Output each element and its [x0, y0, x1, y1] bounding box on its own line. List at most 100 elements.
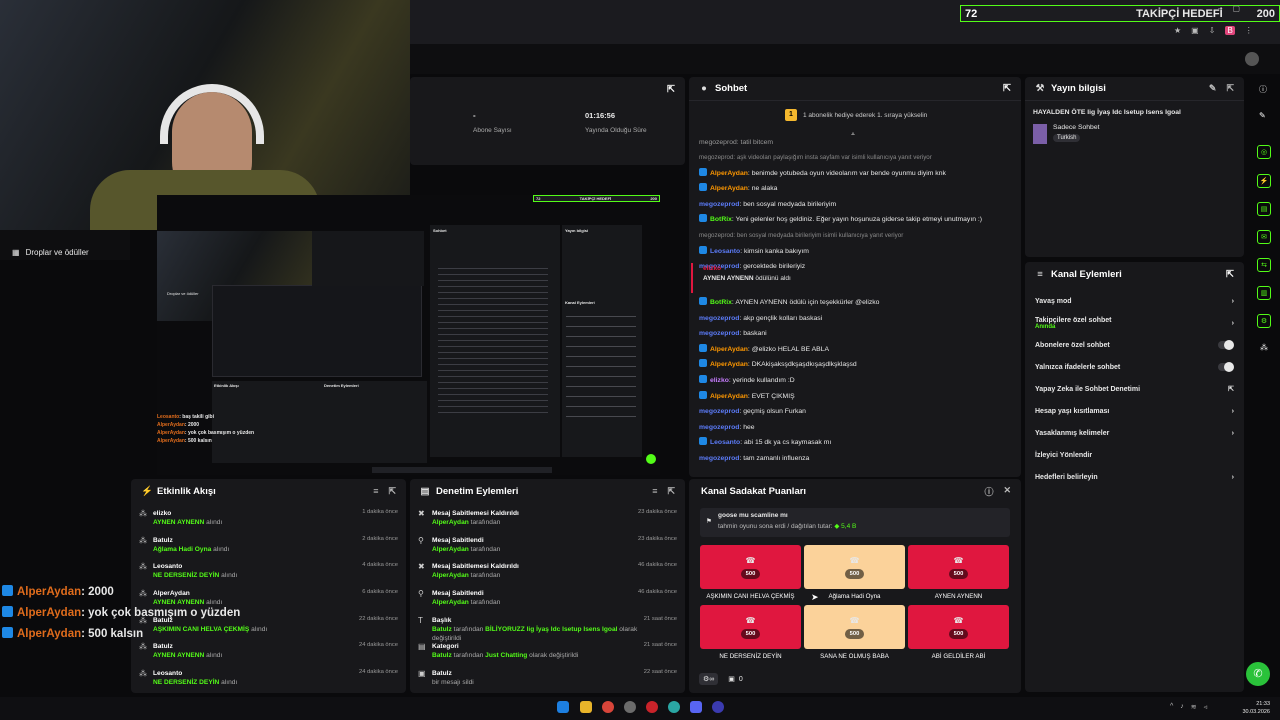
- chat-username[interactable]: megozeprod: [699, 315, 739, 322]
- channel-action-item[interactable]: Yasaklanmış kelimeler ›: [1025, 422, 1244, 444]
- user-avatar[interactable]: [1245, 52, 1259, 66]
- moderation-suffix: tarafından: [453, 652, 484, 660]
- side-button-3[interactable]: ▤: [1257, 202, 1271, 216]
- chat-username[interactable]: megozeprod: [699, 330, 739, 337]
- reward-tile[interactable]: ☎ 500: [700, 605, 801, 649]
- wifi-icon[interactable]: ≋: [1191, 703, 1197, 711]
- toggle-switch[interactable]: [1218, 340, 1234, 350]
- menu-icon[interactable]: ⋮: [1245, 26, 1253, 35]
- infinite-button[interactable]: ⚙∞: [699, 673, 719, 685]
- opera-icon[interactable]: [646, 701, 658, 713]
- scroll-indicator-icon[interactable]: ⩡: [851, 131, 855, 139]
- mod-filter-icon[interactable]: ≡: [652, 486, 657, 497]
- info-side-icon[interactable]: ⓘ: [1259, 84, 1267, 95]
- activity-item[interactable]: ⁂ Leosanto NE DERSENİZ DEYİN alındı 4 dakik…: [131, 556, 406, 583]
- channel-action-item[interactable]: Hedefleri belirleyin ›: [1025, 466, 1244, 488]
- side-button-6[interactable]: ▥: [1257, 286, 1271, 300]
- activity-item[interactable]: ⁂ elizko AYNEN AYNENN alındı 1 dakika önce: [131, 503, 406, 530]
- moderation-item[interactable]: ✖ Mesaj Sabitlemesi Kaldırıldı AlperAydan …: [410, 556, 685, 583]
- activity-popout-icon[interactable]: ⇱: [388, 486, 396, 497]
- mod-popout-icon[interactable]: ⇱: [667, 486, 675, 497]
- channel-action-item[interactable]: Yalnızca ifadelerle sohbet: [1025, 356, 1244, 378]
- chat-fab-button[interactable]: ✆: [1246, 662, 1270, 686]
- reward-tile[interactable]: ☎ 500: [908, 545, 1009, 589]
- nav-droplar[interactable]: ▦ Droplar ve ödüller: [12, 248, 89, 257]
- minimize-icon[interactable]: –: [1218, 4, 1222, 13]
- loyalty-close-icon[interactable]: ✕: [1003, 485, 1011, 498]
- side-button-5[interactable]: ⇆: [1257, 258, 1271, 272]
- filter-icon[interactable]: ≡: [373, 486, 378, 497]
- chat-username[interactable]: AlperAydan: [710, 346, 748, 353]
- stream-time-label: Yayında Olduğu Süre: [585, 127, 647, 134]
- chat-username[interactable]: BotRix: [710, 299, 732, 306]
- side-button-1[interactable]: ◎: [1257, 145, 1271, 159]
- toggle-switch[interactable]: [1218, 362, 1234, 372]
- chat-username[interactable]: AlperAydan: [710, 185, 748, 192]
- reward-tile[interactable]: ☎ 500: [804, 605, 905, 649]
- user-badge-icon: [699, 390, 707, 399]
- chevron-up-icon[interactable]: ^: [1170, 703, 1173, 711]
- reward-tile[interactable]: ☎ 500: [908, 605, 1009, 649]
- channel-action-item[interactable]: Yavaş mod ›: [1025, 290, 1244, 312]
- obs-icon[interactable]: [712, 701, 724, 713]
- window-controls[interactable]: – ▢: [1218, 4, 1258, 13]
- loyalty-info-icon[interactable]: ⓘ: [984, 485, 993, 498]
- activity-item[interactable]: ⁂ Batulz AYNEN AYNENN alındı 24 dakika önce: [131, 636, 406, 663]
- activity-suffix: alındı: [206, 652, 223, 660]
- channel-action-item[interactable]: Takipçilere özel sohbet Anında ›: [1025, 312, 1244, 334]
- activity-item[interactable]: ⁂ Leosanto NE DERSENİZ DEYİN alındı 24 daki…: [131, 663, 406, 690]
- pinned-gift-banner[interactable]: 1 1 abonelik hediye ederek 1. sıraya yük…: [785, 109, 927, 121]
- chrome-icon[interactable]: [602, 701, 614, 713]
- activity-item[interactable]: ⁂ Batulz Ağlama Hadi Oyna alındı 2 dakika ö…: [131, 530, 406, 557]
- mic-icon[interactable]: ♪: [1180, 703, 1184, 711]
- channel-action-item[interactable]: Abonelere özel sohbet: [1025, 334, 1244, 356]
- edit-icon[interactable]: ✎: [1209, 83, 1217, 94]
- pencil-side-icon[interactable]: ✎: [1259, 111, 1266, 120]
- download-icon[interactable]: ⇩: [1209, 26, 1216, 35]
- edge-icon[interactable]: [668, 701, 680, 713]
- chat-username[interactable]: Leosanto: [710, 439, 740, 446]
- chat-username[interactable]: AlperAydan: [710, 170, 748, 177]
- chat-username[interactable]: AlperAydan: [710, 361, 748, 368]
- channel-action-label: Yapay Zeka ile Sohbet Denetimi: [1035, 385, 1141, 393]
- tray-clock[interactable]: 21:33 30.03.2026: [1238, 700, 1270, 716]
- moderation-item[interactable]: ⚲ Mesaj Sabitlendi AlperAydan tarafından 46…: [410, 583, 685, 610]
- moderation-item[interactable]: T Başlık Batulz tarafından BİLİYORUZZ lig …: [410, 610, 685, 642]
- explorer-icon[interactable]: [580, 701, 592, 713]
- maximize-icon[interactable]: ▢: [1232, 4, 1240, 13]
- info-popout-icon[interactable]: ⇱: [1226, 83, 1234, 94]
- side-more-icon[interactable]: ⁂: [1260, 343, 1268, 352]
- moderation-item[interactable]: ▣ Batulz bir mesajı sildi 22 saat önce: [410, 663, 685, 690]
- chat-username[interactable]: megozeprod: [699, 424, 739, 431]
- chat-username[interactable]: megozeprod: [699, 201, 739, 208]
- volume-icon[interactable]: ◃: [1204, 703, 1208, 711]
- prediction-card[interactable]: ⚑ goose mu scamline mı tahmin oyunu sona…: [700, 508, 1010, 537]
- chat-username[interactable]: elizko: [710, 377, 729, 384]
- chat-username[interactable]: megozeprod: [699, 455, 739, 462]
- channel-action-item[interactable]: Yapay Zeka ile Sohbet Denetimi ⇱: [1025, 378, 1244, 400]
- side-button-2[interactable]: ⚡: [1257, 174, 1271, 188]
- app-icon-1[interactable]: [624, 701, 636, 713]
- chat-username[interactable]: AlperAydan: [710, 393, 748, 400]
- channel-action-item[interactable]: İzleyici Yönlendir: [1025, 444, 1244, 466]
- actions-popout-icon[interactable]: ⇱: [1226, 269, 1234, 280]
- profile-icon[interactable]: B: [1225, 26, 1235, 35]
- channel-action-item[interactable]: Hesap yaşı kısıtlaması ›: [1025, 400, 1244, 422]
- extensions-icon[interactable]: ▣: [1191, 26, 1199, 35]
- reward-tile[interactable]: ☎ 500: [804, 545, 905, 589]
- category-block[interactable]: Sadece Sohbet Turkish: [1025, 124, 1244, 144]
- star-icon[interactable]: ★: [1174, 26, 1181, 35]
- reward-tile[interactable]: ☎ 500: [700, 545, 801, 589]
- popout-icon[interactable]: ⇱: [667, 84, 675, 95]
- chat-username[interactable]: megozeprod: [699, 408, 739, 415]
- chat-popout-icon[interactable]: ⇱: [1003, 83, 1011, 94]
- moderation-item[interactable]: ✖ Mesaj Sabitlemesi Kaldırıldı AlperAydan …: [410, 503, 685, 530]
- activity-suffix: alındı: [221, 679, 238, 687]
- chat-username[interactable]: Leosanto: [710, 248, 740, 255]
- moderation-item[interactable]: ⚲ Mesaj Sabitlendi AlperAydan tarafından 23…: [410, 530, 685, 557]
- side-button-4[interactable]: ✉: [1257, 230, 1271, 244]
- side-button-7[interactable]: ⚙: [1257, 314, 1271, 328]
- chat-username[interactable]: BotRix: [710, 216, 732, 223]
- start-icon[interactable]: [557, 701, 569, 713]
- discord-icon[interactable]: [690, 701, 702, 713]
